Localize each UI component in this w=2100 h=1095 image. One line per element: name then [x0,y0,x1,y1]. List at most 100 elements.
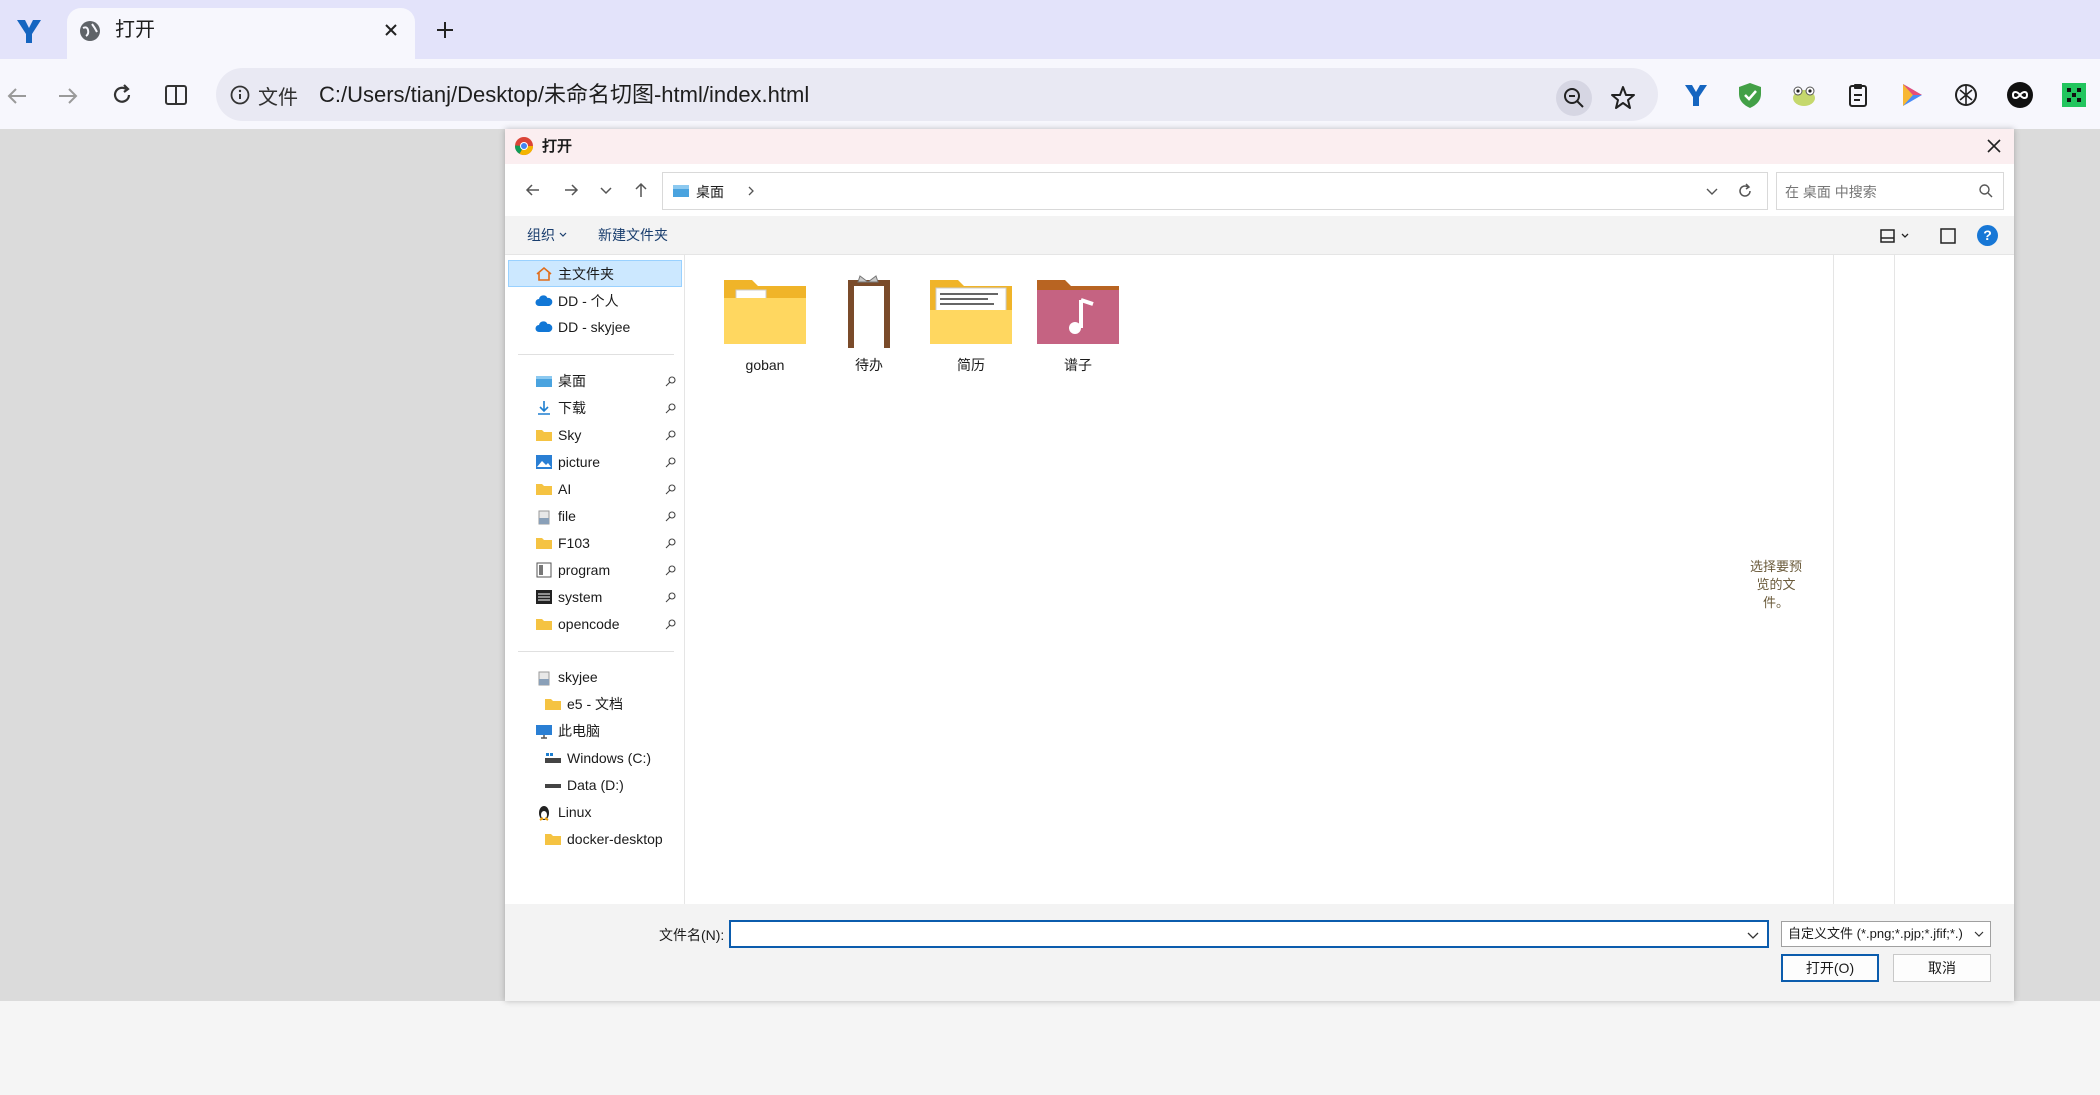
nav-item-label: Linux [558,803,592,820]
pin-icon[interactable] [665,618,677,630]
pin-icon[interactable] [665,375,677,387]
file-type-select[interactable]: 自定义文件 (*.png;*.pjp;*.jfif;*.) [1781,921,1991,947]
help-icon[interactable]: ? [1977,225,1998,246]
pin-icon[interactable] [665,537,677,549]
folder-icon [536,537,552,549]
file-icon [538,671,550,685]
computer-icon [536,724,552,739]
file-item-resume[interactable]: 简历 [916,272,1026,374]
chevron-down-icon [1972,927,1986,941]
nav-item-linux[interactable]: Linux [535,798,591,825]
extension-browser-icon[interactable] [1682,81,1710,109]
nav-item-this-pc[interactable]: 此电脑 [535,717,600,744]
bookmark-star-icon[interactable] [1607,82,1639,114]
nav-item-docker-desktop[interactable]: docker-desktop [544,825,663,852]
drive-icon [545,783,561,788]
nav-item-dd-personal[interactable]: DD - 个人 [535,287,619,314]
nav-item-opencode[interactable]: opencode [535,610,620,637]
breadcrumb-bar[interactable] [662,172,1768,210]
nav-item-home[interactable]: 主文件夹 [508,260,682,287]
nav-item-downloads[interactable]: 下载 [535,394,586,421]
nav-item-f103[interactable]: F103 [535,529,590,556]
up-arrow-icon[interactable] [631,180,651,200]
filename-input[interactable] [729,920,1769,948]
breadcrumb-chevron-icon[interactable] [744,183,758,199]
cancel-button[interactable]: 取消 [1893,954,1991,982]
nav-item-system[interactable]: system [535,583,602,610]
folder-icon [724,280,806,344]
music-folder-icon [1037,280,1119,344]
extension-infinity-icon[interactable] [2006,81,2034,109]
open-button[interactable]: 打开(O) [1781,954,1879,982]
new-folder-button[interactable]: 新建文件夹 [598,226,668,244]
pin-icon[interactable] [665,510,677,522]
folder-icon [536,618,552,630]
extension-openai-icon[interactable] [1952,81,1980,109]
split-view-icon[interactable] [163,82,189,108]
home-icon [536,266,552,281]
nav-item-sky[interactable]: Sky [535,421,581,448]
file-item-sheet-music[interactable]: 谱子 [1023,272,1133,374]
nav-item-picture[interactable]: picture [535,448,600,475]
nav-item-desktop[interactable]: 桌面 [535,367,586,394]
globe-icon [79,20,101,42]
extension-shield-icon[interactable] [1736,81,1764,109]
dialog-forward-icon[interactable] [561,180,581,200]
system-icon [536,589,552,604]
reload-icon[interactable] [109,82,135,108]
url-text[interactable]: C:/Users/tianj/Desktop/未命名切图-html/index.… [319,80,809,110]
search-placeholder: 在 桌面 中搜索 [1785,184,1877,200]
dialog-title: 打开 [542,138,573,155]
nav-item-windows-c[interactable]: Windows (C:) [544,744,651,771]
file-item-label: 待办 [855,357,883,373]
pin-icon[interactable] [665,591,677,603]
pin-icon[interactable] [665,429,677,441]
preview-pane-icon[interactable] [1938,226,1958,246]
tab-close-icon[interactable] [380,19,402,41]
nav-item-label: 此电脑 [558,722,600,739]
zoom-icon[interactable] [1556,80,1592,116]
nav-item-data-d[interactable]: Data (D:) [544,771,624,798]
pin-icon[interactable] [665,456,677,468]
nav-item-label: Sky [558,426,582,443]
extension-clipboard-icon[interactable] [1844,81,1872,109]
nav-item-label: picture [558,453,601,470]
pin-icon[interactable] [665,483,677,495]
pin-icon[interactable] [665,402,677,414]
nav-item-e5-docs[interactable]: e5 - 文档 [544,690,623,717]
browser-logo-icon[interactable] [14,16,44,46]
nav-item-skyjee[interactable]: skyjee [535,663,598,690]
nav-item-program[interactable]: program [535,556,610,583]
extension-play-icon[interactable] [1898,81,1926,109]
forward-arrow-icon[interactable] [55,83,81,109]
file-item-todo[interactable]: 待办 [814,272,924,374]
file-icon [538,510,550,524]
nav-item-label: 桌面 [558,372,586,389]
folder-icon [930,280,1012,344]
address-dropdown-icon[interactable] [1704,183,1720,199]
organize-menu-button[interactable]: 组织 [527,226,568,244]
pin-icon[interactable] [665,564,677,576]
dialog-close-icon[interactable] [1985,137,2003,155]
folder-icon [536,483,552,495]
desktop-folder-icon [536,375,552,387]
preview-placeholder-text: 选择要预览的文件。 [1749,559,1802,610]
refresh-icon[interactable] [1735,181,1755,201]
dialog-back-icon[interactable] [523,180,543,200]
recent-locations-chevron-icon[interactable] [596,180,616,200]
site-info-chip[interactable]: 文件 [230,82,298,109]
extension-grid-icon[interactable] [2060,81,2088,109]
search-icon[interactable] [1978,183,1994,199]
file-item-goban[interactable]: goban [710,272,820,374]
filename-dropdown-icon[interactable] [1745,927,1761,943]
nav-item-file[interactable]: file [535,502,576,529]
dialog-footer [505,904,2014,1001]
nav-item-ai[interactable]: AI [535,475,571,502]
breadcrumb-segment[interactable]: 桌面 [696,183,724,201]
back-arrow-icon[interactable] [4,83,30,109]
new-tab-icon[interactable] [433,18,457,42]
view-options-icon[interactable] [1878,226,1914,246]
extension-frog-icon[interactable] [1790,81,1818,109]
nav-item-label: docker-desktop [567,830,663,847]
nav-item-dd-skyjee[interactable]: DD - skyjee [535,313,630,340]
